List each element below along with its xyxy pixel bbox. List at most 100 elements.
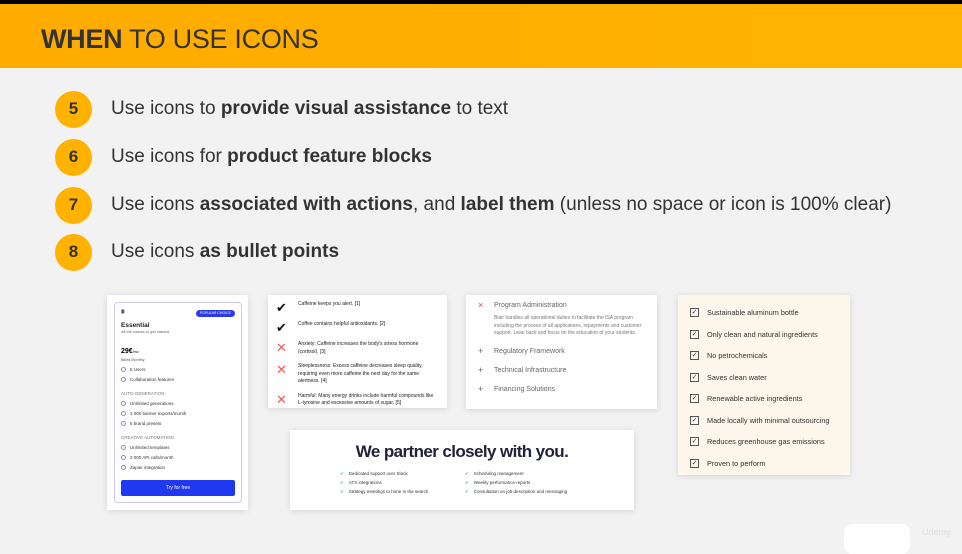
logo-icon: ⩩: [121, 309, 125, 316]
accordion-item[interactable]: + Technical Infrastructure: [478, 361, 645, 380]
check-icon: ✔: [276, 320, 287, 335]
accordion-title: Regulatory Framework: [494, 347, 565, 355]
check-circle-icon: [121, 411, 126, 416]
feature-label: 5 brand presets: [130, 421, 162, 426]
checklist-text: No petrochemicals: [707, 351, 768, 361]
accordion-body: Blair handles all operational duties to …: [494, 315, 642, 336]
feature-item: Zapier integration: [121, 465, 235, 470]
checklist-item: ✓ Saves clean water: [690, 367, 850, 389]
checklist-text: Proven to perform: [707, 458, 766, 468]
bullet-number: 7: [55, 186, 92, 224]
x-icon: ✕: [276, 391, 287, 407]
partner-title: We partner closely with you.: [355, 442, 569, 461]
feature-label: 5 Users: [130, 367, 146, 372]
caffeine-text: Harmful: Many energy drinks include harm…: [298, 392, 434, 407]
feature-item: 1 000 banner exports/month: [121, 411, 235, 416]
feature-item: Unlimited generations: [121, 401, 235, 406]
checklist-text: Reduces greenhouse gas emissions: [707, 437, 825, 447]
bullet-number: 5: [55, 90, 92, 128]
plus-icon[interactable]: +: [478, 384, 494, 394]
accordion-item[interactable]: + Financing Solutions: [478, 380, 645, 399]
partner-item: ✔ Consultation on job description and mes…: [465, 489, 567, 495]
plus-icon[interactable]: +: [478, 365, 494, 375]
x-icon: ✕: [276, 362, 287, 377]
accordion-item-open[interactable]: × Program Administration: [478, 300, 645, 310]
partner-text: Scheduling management: [473, 471, 524, 476]
checklist-item: ✓ Only clean and natural ingredients: [690, 324, 850, 346]
close-icon[interactable]: ×: [478, 300, 494, 310]
checkbox-checked-icon: ✓: [690, 308, 699, 318]
section-title: AUTO-GENERATION: [121, 391, 165, 396]
price-period: /mo: [132, 350, 139, 354]
caffeine-list-example: ✔ Caffeine keeps you alert. [1] ✔ Coffee co…: [268, 295, 447, 408]
check-icon: ✔: [465, 480, 469, 485]
feature-item: 5 Users: [121, 367, 235, 372]
checklist-text: Renewable active ingredients: [707, 394, 803, 404]
checklist-text: Made locally with minimal outsourcing: [707, 415, 830, 425]
popular-badge: POPULAR CHOICE: [195, 309, 235, 317]
accordion-title: Program Administration: [494, 301, 567, 309]
checkbox-checked-icon: ✓: [690, 437, 699, 447]
bullet-text-part: Use icons to: [111, 98, 221, 119]
check-icon: ✔: [340, 489, 344, 494]
feature-label: 1 000 banner exports/month: [130, 411, 187, 416]
partner-item: ✔ Weekly performance reports: [465, 480, 567, 486]
checkbox-checked-icon: ✓: [690, 458, 699, 468]
checklist-item: ✓ Made locally with minimal outsourcing: [690, 410, 850, 432]
check-circle-icon: [121, 377, 126, 382]
check-icon: ✔: [465, 489, 469, 494]
plus-icon[interactable]: +: [478, 346, 494, 356]
partner-text: ATS integrations: [348, 480, 382, 485]
checklist-item: ✓ Proven to perform: [690, 453, 850, 475]
check-circle-icon: [121, 421, 126, 426]
checkbox-checked-icon: ✓: [690, 351, 699, 361]
checklist-text: Only clean and natural ingredients: [707, 329, 818, 339]
tv-logo-icon: [844, 524, 910, 554]
feature-item: 5 brand presets: [121, 421, 235, 426]
bullet-point-5: 5 Use icons to provide visual assistance …: [55, 90, 508, 128]
checklist-text: Sustainable aluminum bottle: [707, 308, 799, 318]
bullet-text: Use icons as bullet points: [111, 241, 339, 263]
checkbox-checked-icon: ✓: [690, 329, 699, 339]
bullet-text-part: (unless no space or icon is 100% clear): [554, 194, 892, 215]
section-title: CREATIVE AUTOMATION: [121, 435, 174, 440]
plan-subtitle: All the basics to get started: [121, 329, 170, 334]
check-circle-icon: [121, 401, 126, 406]
partner-text: Strategy meetings to hone in the search: [348, 489, 429, 494]
caffeine-item: ✕ Harmful: Many energy drinks include har…: [276, 393, 439, 408]
button-label: Try for free: [165, 485, 191, 491]
partner-text: Dedicated support over Slack: [348, 471, 408, 476]
pricing-card-example: ⩩ POPULAR CHOICE Essential All the basic…: [107, 295, 248, 510]
checkbox-checked-icon: ✓: [690, 394, 699, 404]
accordion-item[interactable]: + Regulatory Framework: [478, 342, 645, 361]
bullet-number: 8: [55, 233, 92, 271]
bullet-text-part: product feature blocks: [227, 146, 432, 167]
slide-title: WHEN TO USE ICONS: [41, 24, 319, 54]
bullet-text-part: Use icons: [111, 194, 200, 215]
checklist-example: ✓ Sustainable aluminum bottle ✓ Only clean …: [678, 295, 850, 475]
bullet-text-part: associated with actions: [199, 194, 413, 215]
x-icon: ✕: [276, 340, 287, 355]
caffeine-item: ✕ Sleeplessness: Excess caffeine decrease…: [276, 363, 439, 386]
bullet-point-6: 6 Use icons for product feature blocks: [55, 138, 432, 176]
feature-label: Unlimited templates: [130, 445, 170, 450]
bullet-text: Use icons for product feature blocks: [111, 146, 432, 168]
partner-example: We partner closely with you. ✔ Dedicated …: [290, 430, 634, 510]
check-circle-icon: [121, 455, 126, 460]
feature-item: 2 000 API calls/month: [121, 455, 235, 460]
caffeine-text: Coffee contains helpful antioxidants. [2…: [298, 321, 386, 327]
checklist-item: ✓ No petrochemicals: [690, 345, 850, 367]
bullet-point-8: 8 Use icons as bullet points: [55, 233, 339, 271]
plan-price: 29€: [121, 348, 133, 355]
try-for-free-button[interactable]: Try for free: [121, 480, 235, 496]
feature-label: Zapier integration: [130, 465, 166, 470]
accordion-title: Technical Infrastructure: [494, 366, 567, 374]
checklist-text: Saves clean water: [707, 372, 767, 382]
udemy-watermark: Udemy: [842, 515, 951, 554]
check-icon: ✔: [465, 471, 469, 476]
bullet-text: Use icons associated with actions, and l…: [111, 194, 891, 216]
check-icon: ✔: [340, 480, 344, 485]
bullet-text-part: as bullet points: [199, 241, 340, 262]
checkbox-checked-icon: ✓: [690, 372, 699, 382]
accordion-title: Financing Solutions: [494, 385, 556, 393]
